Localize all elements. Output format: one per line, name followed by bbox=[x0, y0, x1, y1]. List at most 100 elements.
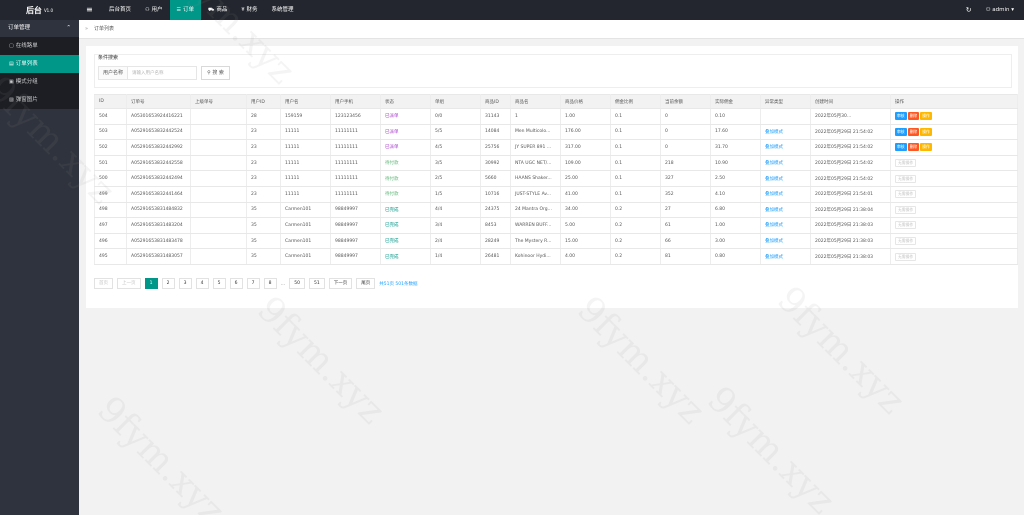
chevron-down-icon: ▾ bbox=[1011, 7, 1014, 13]
cell-order-no: A05291653832441464 bbox=[126, 186, 191, 203]
cell-balance: 66 bbox=[660, 233, 711, 250]
sidebar-item-order-list[interactable]: ▤ 订单列表 bbox=[0, 55, 79, 73]
cell-id: 503 bbox=[94, 124, 127, 141]
table-row: 503 A05291653832442524 23 11111 11111111 已派单 5… bbox=[94, 124, 1018, 141]
cell-price: 4.00 bbox=[560, 248, 611, 265]
cell-status: 待付款 bbox=[380, 170, 431, 187]
sidebar-item-online[interactable]: ▢ 在线路单 bbox=[0, 37, 79, 55]
cell-uname: 11111 bbox=[280, 139, 331, 156]
cell-parent bbox=[190, 217, 247, 234]
list-icon: ▤ bbox=[9, 61, 14, 67]
column-header: 状态 bbox=[380, 94, 431, 109]
cell-uname: Carmen101 bbox=[280, 202, 331, 219]
cell-gid: 10716 bbox=[480, 186, 511, 203]
cell-rate: 0.2 bbox=[610, 233, 661, 250]
column-header: 单组 bbox=[430, 94, 481, 109]
delete-button[interactable]: 删除 bbox=[907, 143, 920, 152]
page-button-5[interactable]: 5 bbox=[212, 278, 226, 289]
cell-parent bbox=[190, 248, 247, 265]
logo-text: 后台 bbox=[25, 5, 42, 15]
table-row: 504 A05301653924416221 28 159159 123123456 已派… bbox=[94, 108, 1018, 125]
cell-time: 2022年05月29日 21:54:01 bbox=[810, 186, 891, 203]
page-button-6[interactable]: 6 bbox=[229, 278, 243, 289]
operate-button[interactable]: 操作 bbox=[920, 112, 932, 121]
tab-strip: » 订单列表 bbox=[79, 20, 1024, 39]
tab-order-list[interactable]: 订单列表 bbox=[94, 20, 114, 39]
page-button-3[interactable]: 3 bbox=[178, 278, 192, 289]
page-button-8[interactable]: 8 bbox=[263, 278, 277, 289]
logo[interactable]: 后台 V1.0 bbox=[0, 0, 79, 20]
cell-actions: 无需操作 bbox=[890, 186, 1018, 203]
page-button-1[interactable]: 1 bbox=[144, 278, 158, 289]
cell-time: 2022年05月29日 21:54:02 bbox=[810, 170, 891, 187]
table-header-row: ID 订单号 上级单号 用户ID 用户名 用户手机 状态 单组 商品ID 商品名 商品价格 佣金比例当… bbox=[94, 94, 1018, 109]
cell-rate: 0.1 bbox=[610, 139, 661, 156]
sidebar-item-label: 订单列表 bbox=[15, 61, 38, 67]
cell-id: 502 bbox=[94, 139, 127, 156]
delete-button[interactable]: 删除 bbox=[907, 127, 920, 136]
table-row: 502 A05291653832442992 23 11111 11111111 已派单 4… bbox=[94, 139, 1018, 156]
cell-group: 5/5 bbox=[430, 124, 481, 141]
page-button-50[interactable]: 50 bbox=[289, 278, 306, 289]
user-menu[interactable]: ⚇ admin ▾ bbox=[986, 7, 1014, 13]
filter-legend: 条件搜索 bbox=[98, 55, 119, 61]
cell-gname: HAANS Shaker... bbox=[510, 170, 561, 187]
cell-gname: Men Multicolo... bbox=[510, 124, 561, 141]
cell-balance: 27 bbox=[660, 202, 711, 219]
double-chevron-right-icon[interactable]: » bbox=[85, 20, 88, 39]
page-next-button[interactable]: 下一页 bbox=[328, 278, 353, 289]
nav-item-finance[interactable]: ¥ 财务 bbox=[234, 0, 264, 20]
audit-button[interactable]: 审核 bbox=[895, 143, 907, 152]
audit-button[interactable]: 审核 bbox=[895, 127, 907, 136]
sidebar-item-popup-image[interactable]: ▨ 弹窗图片 bbox=[0, 91, 79, 109]
cell-commission: 31.70 bbox=[710, 139, 761, 156]
cell-uname: 11111 bbox=[280, 124, 331, 141]
operate-button[interactable]: 操作 bbox=[920, 143, 932, 152]
operate-button[interactable]: 操作 bbox=[920, 127, 932, 136]
cell-etype: 叠加模式 bbox=[760, 170, 811, 187]
cell-uname: Carmen101 bbox=[280, 248, 331, 265]
cell-gname: JUST-STYLE Av... bbox=[510, 186, 561, 203]
nav-item-user[interactable]: ⚇ 用户 bbox=[138, 0, 170, 20]
nav-item-home[interactable]: 后台首页 bbox=[102, 0, 138, 20]
delete-button[interactable]: 删除 bbox=[907, 112, 920, 121]
hamburger-icon[interactable]: ≡ bbox=[86, 0, 93, 20]
page-button-2[interactable]: 2 bbox=[161, 278, 175, 289]
nav-item-order[interactable]: ☰ 订单 bbox=[169, 0, 202, 20]
nav-item-goods[interactable]: ⛟ 商品 bbox=[201, 0, 234, 20]
page-last-button[interactable]: 尾页 bbox=[356, 278, 376, 289]
column-header: 订单号 bbox=[126, 94, 191, 109]
cell-commission: 17.60 bbox=[710, 124, 761, 141]
page-button-7[interactable]: 7 bbox=[246, 278, 260, 289]
cell-rate: 0.1 bbox=[610, 170, 661, 187]
cell-actions: 审核 删除 操作 bbox=[890, 139, 1018, 156]
page-first-button[interactable]: 首页 bbox=[94, 278, 113, 289]
cell-uid: 35 bbox=[246, 202, 281, 219]
page-button-4[interactable]: 4 bbox=[195, 278, 209, 289]
cell-gid: 24375 bbox=[480, 202, 511, 219]
cell-etype: 叠加模式 bbox=[760, 248, 811, 265]
cell-rate: 0.1 bbox=[610, 108, 661, 125]
cell-commission: 0.10 bbox=[710, 108, 761, 125]
nav-item-system[interactable]: 系统管理 bbox=[265, 0, 301, 20]
page-button-51[interactable]: 51 bbox=[309, 278, 325, 289]
cell-etype: 叠加模式 bbox=[760, 202, 811, 219]
audit-button[interactable]: 审核 bbox=[895, 112, 907, 121]
search-button-label: 搜 索 bbox=[212, 70, 224, 76]
page-prev-button[interactable]: 上一页 bbox=[117, 278, 141, 289]
cell-price: 176.00 bbox=[560, 124, 611, 141]
header-right: ↻ ⚇ admin ▾ bbox=[966, 0, 1014, 20]
username-search-input[interactable] bbox=[127, 66, 197, 80]
sidebar-item-mode-group[interactable]: ▣ 模式分组 bbox=[0, 73, 79, 91]
refresh-icon[interactable]: ↻ bbox=[966, 6, 972, 14]
cell-gname: 1 bbox=[510, 108, 561, 125]
cell-etype: 叠加模式 bbox=[760, 155, 811, 172]
column-header: 实际佣金 bbox=[710, 94, 761, 109]
cell-parent bbox=[190, 108, 247, 125]
cell-balance: 0 bbox=[660, 108, 711, 125]
cell-order-no: A05291653831483204 bbox=[126, 217, 191, 234]
cell-order-no: A05291653832442494 bbox=[126, 170, 191, 187]
sidebar-group-orders[interactable]: 订单管理 ⌃ bbox=[0, 20, 79, 37]
search-button[interactable]: ⚲ 搜 索 bbox=[201, 66, 230, 80]
cell-gid: 8453 bbox=[480, 217, 511, 234]
